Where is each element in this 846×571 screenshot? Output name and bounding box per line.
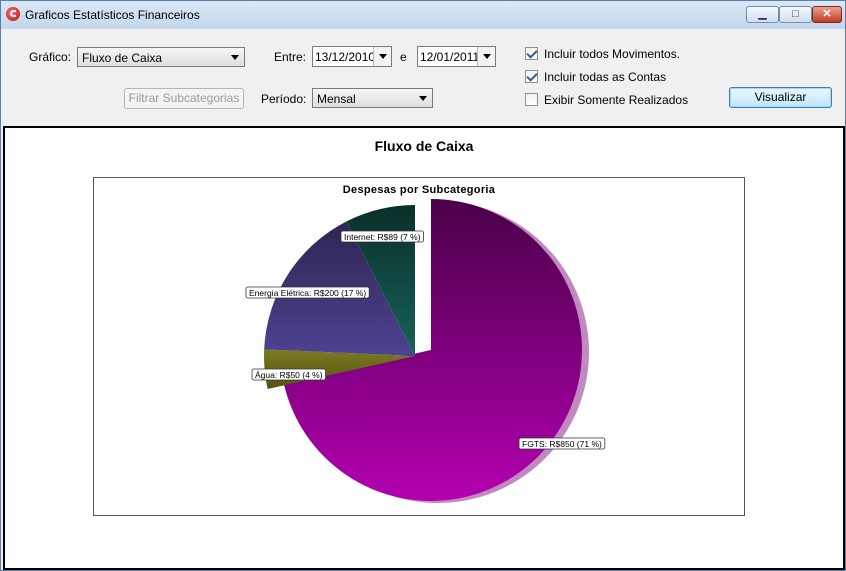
slice-label-internet: Internet: R$89 (7 %) [340,230,424,243]
grafico-value: Fluxo de Caixa [82,51,163,65]
chevron-down-icon [231,55,239,60]
exibir-realizados-label: Exibir Somente Realizados [544,93,689,107]
periodo-value: Mensal [317,92,356,106]
svg-text:FGTS: R$850 (71 %): FGTS: R$850 (71 %) [522,439,602,449]
dropdown-arrow-icon[interactable] [373,47,391,66]
app-icon [6,7,20,21]
periodo-select[interactable]: Mensal [312,88,433,108]
dropdown-arrow-icon[interactable] [477,47,495,66]
slice-label-fgts: FGTS: R$850 (71 %) [518,437,606,450]
pie-chart: FGTS: R$850 (71 %) Água: R$50 (4 %) Energi… [245,199,606,503]
chart-title: Fluxo de Caixa [374,138,474,154]
svg-text:Água: R$50 (4 %): Água: R$50 (4 %) [255,370,323,380]
visualizar-button[interactable]: Visualizar [729,87,832,108]
chart-panel: Despesas por Subcategoria FGTS: R$850 (7… [93,177,745,516]
chart-area: Fluxo de Caixa Despesas por Subcategoria… [3,126,845,570]
exibir-realizados-checkbox[interactable] [525,93,538,106]
date-from-picker[interactable]: 13/12/2010 [312,46,392,67]
window-title: Graficos Estatísticos Financeiros [25,8,200,22]
maximize-button[interactable]: □ [779,6,812,23]
e-label: e [400,50,407,64]
slice-label-agua: Água: R$50 (4 %) [251,368,326,381]
incluir-movimentos-label: Incluir todos Movimentos. [544,47,681,61]
date-from-value: 13/12/2010 [315,50,376,64]
svg-text:Energia Elétrica: R$200 (17 %): Energia Elétrica: R$200 (17 %) [249,288,366,298]
incluir-contas-label: Incluir todas as Contas [544,70,667,84]
close-button[interactable]: ✕ [812,6,842,23]
checkmark-icon [526,47,538,59]
app-window: Graficos Estatísticos Financeiros ▁ □ ✕ … [0,0,846,571]
grafico-label: Gráfico: [29,50,72,64]
slice-label-energia: Energia Elétrica: R$200 (17 %) [245,286,370,299]
minimize-button[interactable]: ▁ [746,6,779,23]
checkmark-icon [526,70,538,82]
incluir-movimentos-checkbox[interactable] [525,47,538,60]
entre-label: Entre: [274,50,307,64]
filtrar-subcategorias-button[interactable]: Filtrar Subcategorias [124,88,244,109]
date-to-picker[interactable]: 12/01/2011 [417,46,496,67]
chevron-down-icon [419,96,427,101]
svg-text:Internet: R$89 (7 %): Internet: R$89 (7 %) [344,232,421,242]
periodo-label: Período: [261,92,307,106]
title-bar: Graficos Estatísticos Financeiros ▁ □ ✕ [1,1,845,29]
date-to-value: 12/01/2011 [420,50,480,64]
grafico-select[interactable]: Fluxo de Caixa [77,47,245,67]
incluir-contas-checkbox[interactable] [525,70,538,83]
